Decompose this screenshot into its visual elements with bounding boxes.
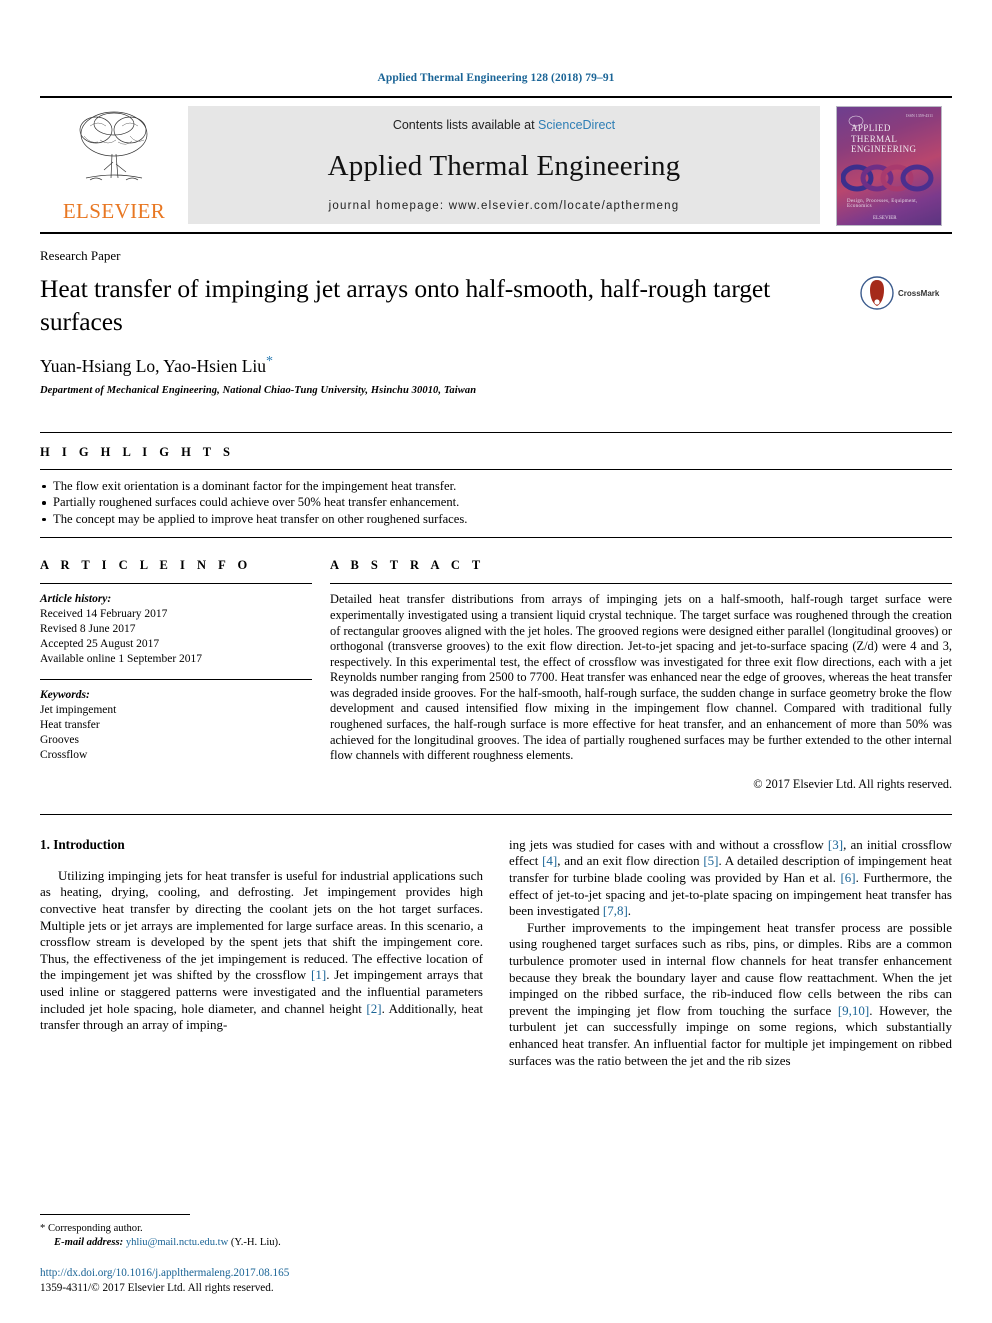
citation-ref[interactable]: [3] — [828, 837, 843, 852]
banner-center: Contents lists available at ScienceDirec… — [188, 106, 820, 224]
history-received: Received 14 February 2017 — [40, 608, 168, 621]
elsevier-wordmark: ELSEVIER — [62, 199, 166, 223]
article-info-column: A R T I C L E I N F O Article history: R… — [40, 558, 312, 792]
paragraph: Utilizing impinging jets for heat transf… — [40, 867, 484, 1033]
abstract-rule — [330, 583, 952, 585]
page-title: Heat transfer of impinging jet arrays on… — [40, 274, 771, 336]
keywords-rule — [40, 679, 312, 681]
elsevier-logo: ELSEVIER — [40, 106, 188, 224]
citation-ref[interactable]: [1] — [311, 967, 326, 982]
keyword-item: Grooves — [40, 734, 79, 747]
email-label: E-mail address: — [54, 1237, 124, 1248]
corresponding-author-note: * Corresponding author. — [40, 1222, 480, 1236]
cover-title-line2: THERMAL — [851, 133, 898, 144]
history-accepted: Accepted 25 August 2017 — [40, 638, 160, 651]
corresponding-author-marker[interactable]: * — [266, 354, 273, 369]
list-item: The flow exit orientation is a dominant … — [40, 478, 952, 495]
doi-block: http://dx.doi.org/10.1016/j.applthermale… — [40, 1266, 480, 1295]
contents-available-line: Contents lists available at ScienceDirec… — [393, 118, 615, 132]
cover-publisher: ELSEVIER — [873, 216, 897, 221]
section-heading-introduction: 1. Introduction — [40, 836, 125, 852]
highlights-list: The flow exit orientation is a dominant … — [40, 478, 952, 528]
cover-issn: ISSN 1359-4311 — [906, 113, 933, 118]
banner-bottom-rule — [40, 232, 952, 234]
keyword-item: Crossflow — [40, 749, 88, 762]
corresponding-text: Corresponding author. — [47, 1223, 143, 1234]
affiliation: Department of Mechanical Engineering, Na… — [40, 384, 477, 396]
cover-artwork: ISSN 1359-4311 APPLIED THERMAL ENGINEERI… — [836, 106, 942, 226]
journal-cover-thumbnail[interactable]: ISSN 1359-4311 APPLIED THERMAL ENGINEERI… — [830, 106, 952, 226]
highlights-top-rule — [40, 431, 952, 433]
cover-title: APPLIED THERMAL ENGINEERING — [851, 123, 916, 155]
highlights-bottom-rule — [40, 537, 952, 539]
keyword-item: Jet impingement — [40, 704, 117, 717]
highlights-heading: H I G H L I G H T S — [40, 444, 235, 459]
title-row: Heat transfer of impinging jet arrays on… — [40, 272, 952, 338]
citation-ref[interactable]: [6] — [840, 870, 855, 885]
body-column-left: 1. Introduction Utilizing impinging jets… — [40, 837, 483, 1069]
journal-title: Applied Thermal Engineering — [327, 149, 681, 182]
crossmark-icon — [860, 276, 894, 310]
article-page: Applied Thermal Engineering 128 (2018) 7… — [0, 0, 992, 1323]
citation-ref[interactable]: [7,8] — [603, 903, 628, 918]
paragraph: ing jets was studied for cases with and … — [509, 836, 952, 919]
cover-rings-graphic — [841, 164, 934, 192]
crossmark-badge[interactable]: CrossMark — [860, 272, 952, 310]
abstract-column: A B S T R A C T Detailed heat transfer d… — [330, 558, 952, 792]
highlights-section: H I G H L I G H T S The flow exit orient… — [40, 431, 952, 539]
elsevier-tree-icon — [79, 111, 148, 181]
doi-link[interactable]: http://dx.doi.org/10.1016/j.applthermale… — [40, 1266, 480, 1281]
list-item: Partially roughened surfaces could achie… — [40, 494, 952, 511]
journal-homepage-line[interactable]: journal homepage: www.elsevier.com/locat… — [329, 200, 680, 212]
history-revised: Revised 8 June 2017 — [40, 623, 136, 636]
article-info-rule — [40, 583, 312, 585]
citation-ref[interactable]: [5] — [703, 853, 718, 868]
sciencedirect-link[interactable]: ScienceDirect — [538, 118, 615, 132]
abstract-heading: A B S T R A C T — [330, 558, 485, 573]
info-abstract-section: A R T I C L E I N F O Article history: R… — [40, 558, 952, 792]
footnote-rule — [40, 1214, 190, 1215]
email-owner: (Y.-H. Liu). — [230, 1237, 281, 1248]
keyword-item: Heat transfer — [40, 719, 100, 732]
footnote-block: * Corresponding author. E-mail address: … — [40, 1214, 480, 1295]
email-link[interactable]: yhliu@mail.nctu.edu.tw — [126, 1237, 228, 1248]
author-names: Yuan-Hsiang Lo, Yao-Hsien Liu — [40, 355, 267, 376]
cover-title-line1: APPLIED — [851, 123, 891, 133]
body-top-rule — [40, 813, 952, 815]
abstract-copyright: © 2017 Elsevier Ltd. All rights reserved… — [753, 776, 952, 791]
crossmark-label: CrossMark — [898, 288, 940, 298]
issn-copyright-line: 1359-4311/© 2017 Elsevier Ltd. All right… — [40, 1281, 274, 1294]
article-info-heading: A R T I C L E I N F O — [40, 558, 252, 573]
citation-ref[interactable]: [4] — [542, 853, 557, 868]
body-column-right: ing jets was studied for cases with and … — [509, 837, 952, 1069]
paragraph: Further improvements to the impingement … — [509, 919, 952, 1068]
header-rule — [40, 96, 952, 98]
citation-ref[interactable]: [9,10] — [838, 1003, 869, 1018]
history-available-online: Available online 1 September 2017 — [40, 653, 203, 666]
keywords-label: Keywords: — [40, 689, 90, 702]
email-note: E-mail address: yhliu@mail.nctu.edu.tw (… — [40, 1236, 480, 1250]
running-head: Applied Thermal Engineering 128 (2018) 7… — [377, 72, 615, 84]
article-history-label: Article history: — [40, 593, 112, 606]
citation-ref[interactable]: [2] — [366, 1001, 381, 1016]
journal-banner: ELSEVIER Contents lists available at Sci… — [40, 106, 952, 226]
list-item: The concept may be applied to improve he… — [40, 511, 952, 528]
cover-title-line3: ENGINEERING — [851, 144, 917, 154]
author-list: Yuan-Hsiang Lo, Yao-Hsien Liu* — [40, 354, 952, 377]
highlights-heading-rule — [40, 468, 952, 470]
article-type-label: Research Paper — [40, 248, 121, 263]
cover-subtitle: Design, Processes, Equipment, Economics — [847, 199, 918, 209]
contents-prefix: Contents lists available at — [392, 118, 539, 132]
body-columns: 1. Introduction Utilizing impinging jets… — [40, 837, 952, 1069]
corresponding-marker: * — [40, 1223, 46, 1234]
abstract-text: Detailed heat transfer distributions fro… — [330, 592, 952, 763]
